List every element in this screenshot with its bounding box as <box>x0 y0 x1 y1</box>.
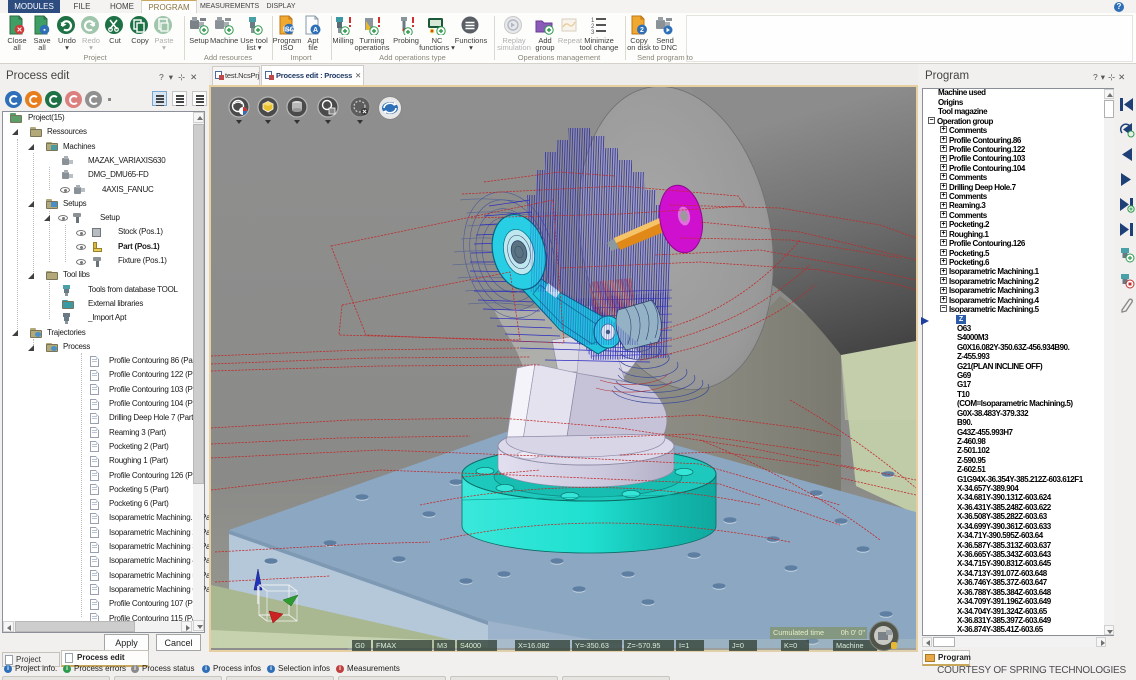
svg-text:✕: ✕ <box>17 27 23 34</box>
svg-text:2: 2 <box>640 27 644 34</box>
svg-text:ISO: ISO <box>285 28 293 33</box>
svg-text:A: A <box>313 27 318 34</box>
svg-text:3: 3 <box>591 30 595 35</box>
